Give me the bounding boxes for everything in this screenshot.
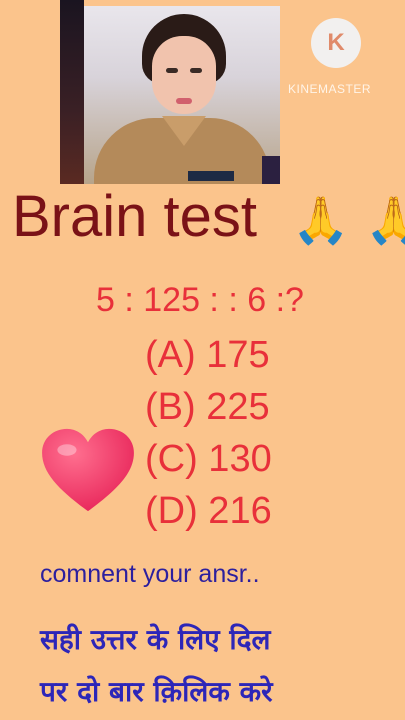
option-c[interactable]: (C) 130: [145, 438, 272, 481]
folded-hands-icon: 🙏: [365, 194, 405, 246]
folded-hands-icon: 🙏: [292, 194, 350, 246]
comment-prompt: comnent your ansr..: [40, 560, 260, 588]
lips: [176, 98, 192, 104]
option-a[interactable]: (A) 175: [145, 334, 270, 377]
officer-photo: [84, 6, 280, 184]
photo-side-strip: [60, 0, 84, 184]
left-eye: [166, 68, 178, 73]
question-text: 5 : 125 : : 6 :?: [96, 281, 304, 319]
option-b[interactable]: (B) 225: [145, 386, 270, 429]
page-title: Brain test: [12, 184, 257, 249]
kinemaster-logo: K KINEMASTER: [288, 18, 390, 108]
photo-corner: [262, 156, 280, 184]
right-eye: [190, 68, 202, 73]
logo-circle: K: [311, 18, 361, 68]
option-d[interactable]: (D) 216: [145, 490, 272, 533]
heart-icon[interactable]: [40, 427, 136, 515]
instruction-line-1: सही उत्तर के लिए दिल: [40, 623, 271, 656]
instruction-line-2: पर दो बार क़िलिक करे: [40, 675, 273, 708]
logo-text: KINEMASTER: [288, 82, 372, 96]
name-badge: [188, 171, 234, 181]
